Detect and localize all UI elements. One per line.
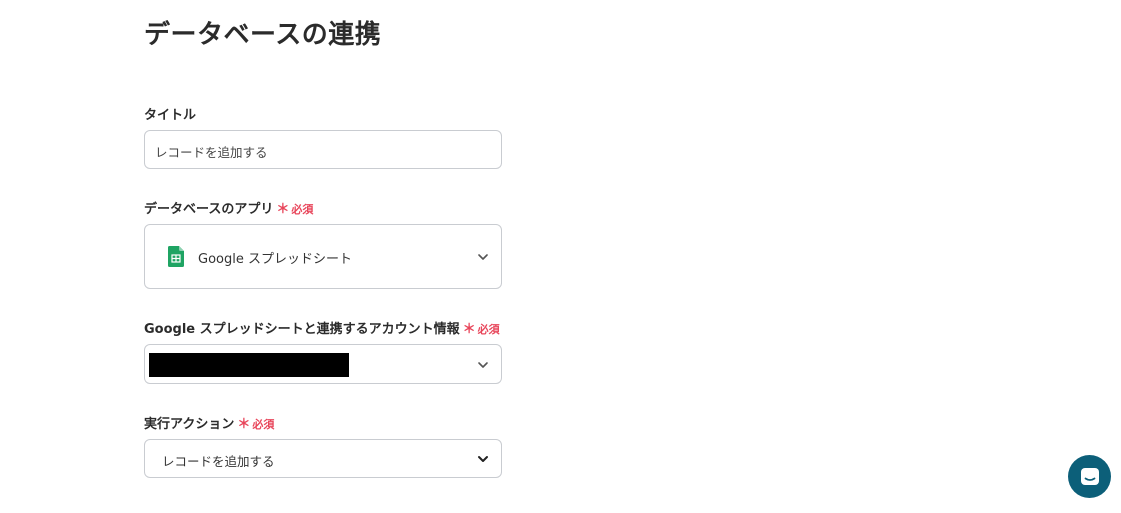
chevron-down-icon [478,456,488,462]
account-label: Google スプレッドシートと連携するアカウント情報＊必須 [144,318,500,337]
redacted-account-value [149,353,349,377]
title-input[interactable]: レコードを追加する [144,130,502,169]
title-input-value: レコードを追加する [155,145,268,160]
required-asterisk-icon: ＊ [237,417,251,432]
action-select[interactable]: レコードを追加する [144,439,502,478]
account-select[interactable] [144,344,502,384]
required-badge: ＊必須 [237,417,275,432]
app-label: データベースのアプリ＊必須 [144,198,313,217]
required-badge: ＊必須 [462,322,500,337]
action-label: 実行アクション＊必須 [144,413,274,432]
page-title: データベースの連携 [144,20,382,50]
google-sheets-icon [168,246,184,267]
chevron-down-icon [478,362,488,368]
app-label-text: データベースのアプリ [144,202,274,217]
action-label-text: 実行アクション [144,417,235,432]
account-label-text: Google スプレッドシートと連携するアカウント情報 [144,322,460,337]
chevron-down-icon [478,254,488,260]
action-select-value: レコードを追加する [162,454,275,469]
required-asterisk-icon: ＊ [462,322,476,337]
chat-launcher-button[interactable] [1068,455,1111,498]
required-asterisk-icon: ＊ [276,202,290,217]
app-select[interactable]: Google スプレッドシート [144,224,502,289]
title-label-text: タイトル [144,108,197,123]
title-label: タイトル [144,104,196,123]
chat-icon [1080,467,1099,485]
app-select-value: Google スプレッドシート [198,252,352,267]
required-badge: ＊必須 [276,202,314,217]
